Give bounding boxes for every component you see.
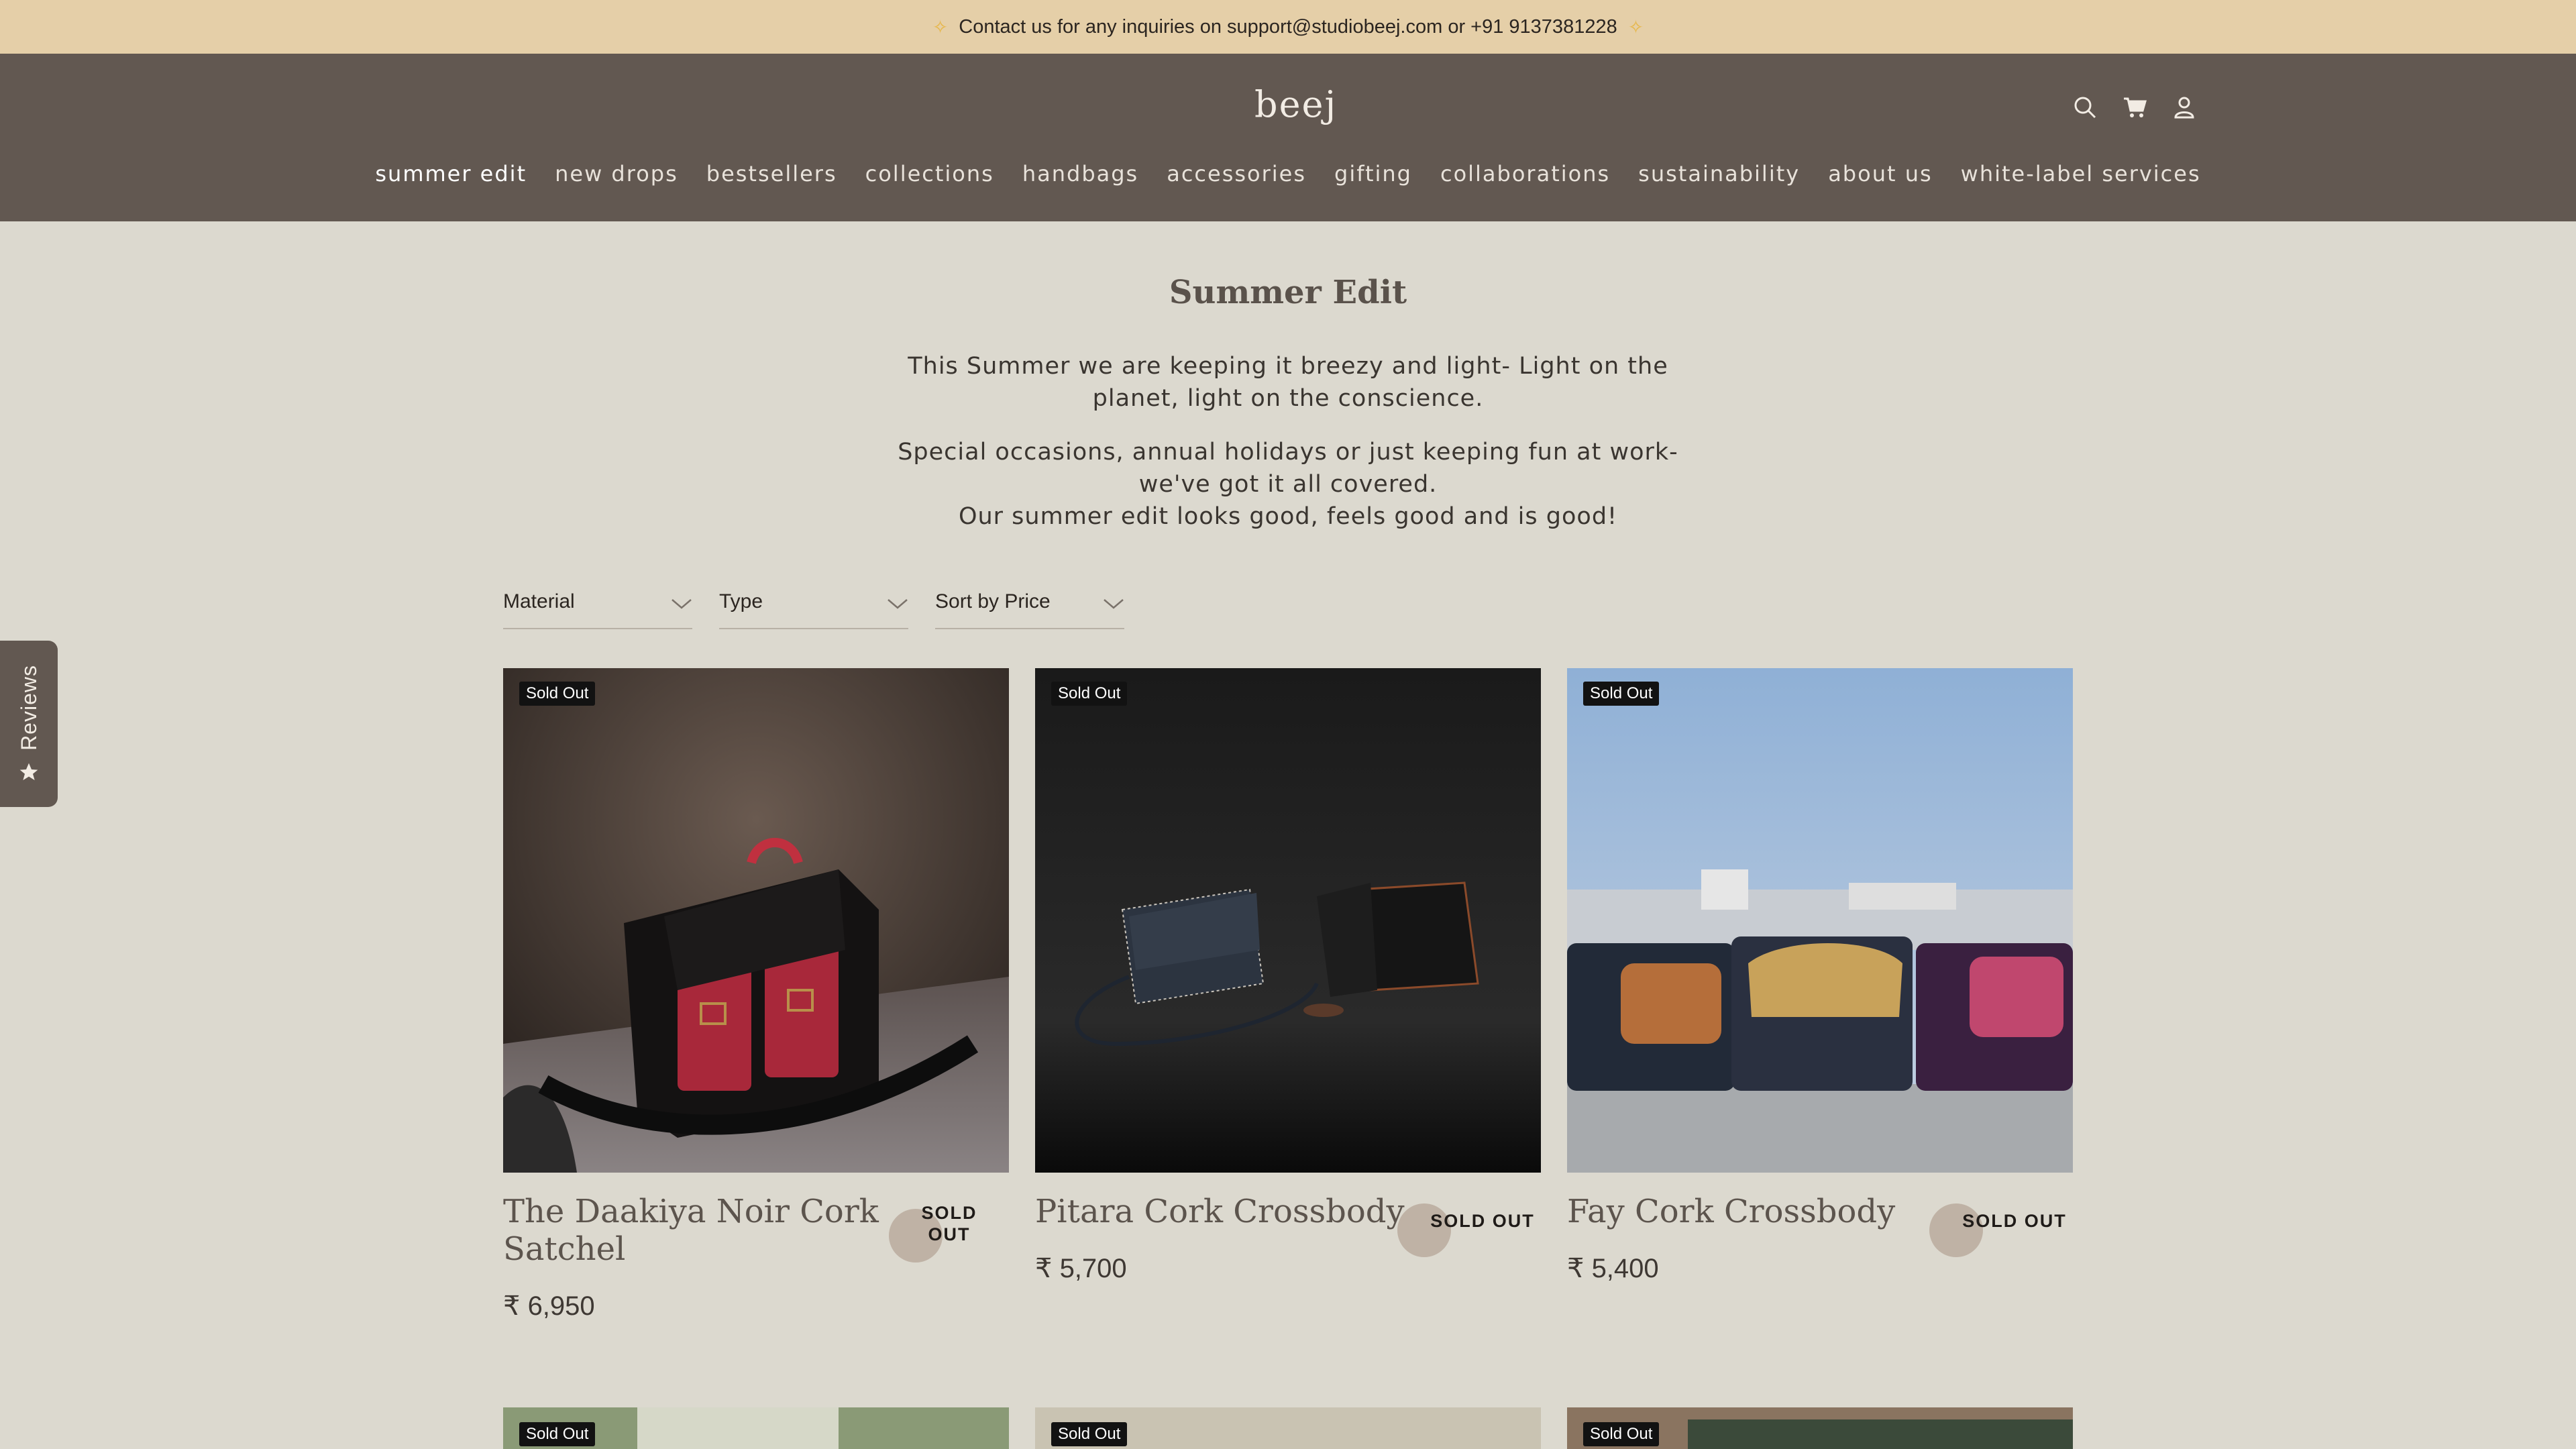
nav-gifting[interactable]: gifting xyxy=(1334,161,1412,186)
product-image[interactable]: Sold Out xyxy=(1035,1407,1541,1449)
nav-collections[interactable]: collections xyxy=(865,161,994,186)
search-icon[interactable] xyxy=(2073,95,2097,119)
chevron-down-icon xyxy=(672,599,692,609)
announcement-bar: ✧ Contact us for any inquiries on suppor… xyxy=(0,0,2576,54)
nav-handbags[interactable]: handbags xyxy=(1022,161,1138,186)
sparkle-icon: ✧ xyxy=(932,16,949,38)
sold-out-label: SOLD OUT xyxy=(921,1203,977,1244)
sold-out-badge: Sold Out xyxy=(519,1422,596,1446)
sparkle-icon: ✧ xyxy=(1627,16,1644,38)
main-nav: summer edit new drops bestsellers collec… xyxy=(0,161,2576,186)
product-image[interactable]: Sold Out xyxy=(503,668,1009,1173)
nav-about-us[interactable]: about us xyxy=(1828,161,1932,186)
type-filter[interactable]: Type xyxy=(719,590,908,629)
star-icon xyxy=(19,763,38,780)
intro-paragraph-2a: Special occasions, annual holidays or ju… xyxy=(898,439,1678,498)
sold-out-indicator: SOLD OUT xyxy=(889,1202,976,1263)
product-title[interactable]: Fay Cork Crossbody xyxy=(1567,1193,1943,1230)
chevron-down-icon xyxy=(1104,599,1124,609)
product-price: ₹ 6,950 xyxy=(503,1291,595,1321)
sold-out-indicator: SOLD OUT xyxy=(1929,1203,2065,1257)
filter-bar: Material Type Sort by Price xyxy=(503,590,1124,629)
announcement-text: Contact us for any inquiries on support@… xyxy=(959,15,1617,38)
product-card[interactable]: Sold Out The Daakiya Noir Cork Satchel ₹… xyxy=(503,668,1009,1321)
intro-paragraph-1: This Summer we are keeping it breezy and… xyxy=(908,353,1668,412)
product-title[interactable]: Pitara Cork Crossbody xyxy=(1035,1193,1411,1230)
nav-accessories[interactable]: accessories xyxy=(1167,161,1306,186)
cart-icon[interactable] xyxy=(2123,95,2147,119)
product-card[interactable]: Sold Out Pitara Cork Crossbody ₹ 5,700 S… xyxy=(1035,668,1541,1283)
product-image[interactable]: Sold Out xyxy=(1567,668,2073,1173)
nav-new-drops[interactable]: new drops xyxy=(555,161,678,186)
sold-out-badge: Sold Out xyxy=(1051,682,1128,706)
product-price: ₹ 5,700 xyxy=(1035,1254,1127,1283)
sold-out-label: SOLD OUT xyxy=(1430,1211,1535,1231)
brand-logo[interactable]: beej xyxy=(1254,83,1336,130)
nav-summer-edit[interactable]: summer edit xyxy=(375,161,527,186)
sold-out-badge: Sold Out xyxy=(1583,1422,1660,1446)
nav-sustainability[interactable]: sustainability xyxy=(1638,161,1800,186)
reviews-tab[interactable]: Reviews xyxy=(0,641,58,807)
sort-by-price[interactable]: Sort by Price xyxy=(935,590,1124,629)
nav-white-label-services[interactable]: white-label services xyxy=(1961,161,2201,186)
sort-filter-label: Sort by Price xyxy=(935,590,1051,612)
product-image[interactable]: Sold Out xyxy=(503,1407,1009,1449)
product-image[interactable]: Sold Out xyxy=(1567,1407,2073,1449)
material-filter-label: Material xyxy=(503,590,575,612)
reviews-label: Reviews xyxy=(16,665,41,751)
product-card[interactable]: Sold Out Fay Cork Crossbody ₹ 5,400 SOLD… xyxy=(1567,668,2073,1283)
intro-paragraph-2b: Our summer edit looks good, feels good a… xyxy=(958,503,1618,530)
sold-out-badge: Sold Out xyxy=(1051,1422,1128,1446)
header-icons xyxy=(2073,95,2196,119)
page-title: Summer Edit xyxy=(1169,274,1407,311)
sold-out-badge: Sold Out xyxy=(519,682,596,706)
nav-bestsellers[interactable]: bestsellers xyxy=(706,161,837,186)
site-header: beej summer edit new drops bestsellers c… xyxy=(0,54,2576,221)
chevron-down-icon xyxy=(888,599,908,609)
product-price: ₹ 5,400 xyxy=(1567,1254,1659,1283)
sold-out-badge: Sold Out xyxy=(1583,682,1660,706)
type-filter-label: Type xyxy=(719,590,763,612)
product-image[interactable]: Sold Out xyxy=(1035,668,1541,1173)
nav-collaborations[interactable]: collaborations xyxy=(1440,161,1610,186)
sold-out-indicator: SOLD OUT xyxy=(1397,1203,1534,1257)
material-filter[interactable]: Material xyxy=(503,590,692,629)
intro-text: This Summer we are keeping it breezy and… xyxy=(865,350,1711,533)
sold-out-label: SOLD OUT xyxy=(1962,1211,2067,1231)
product-title[interactable]: The Daakiya Noir Cork Satchel xyxy=(503,1193,879,1268)
account-icon[interactable] xyxy=(2172,95,2196,119)
